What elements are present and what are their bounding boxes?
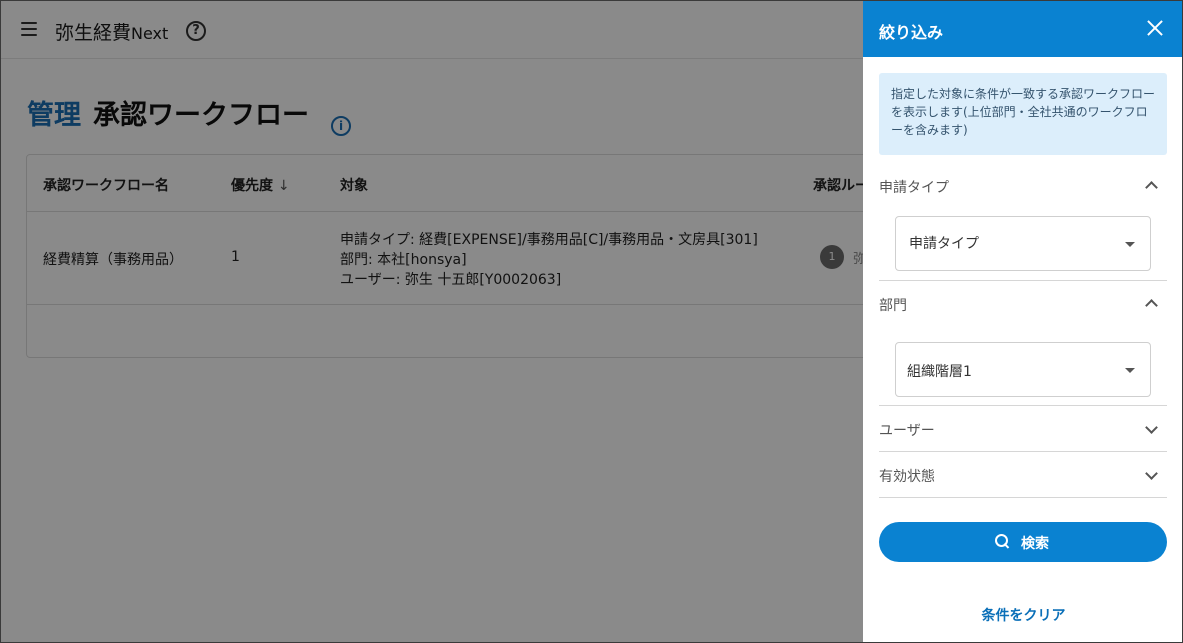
clear-conditions-link[interactable]: 条件をクリア bbox=[863, 605, 1182, 625]
filter-panel-title: 絞り込み bbox=[879, 23, 944, 42]
close-icon[interactable] bbox=[1144, 17, 1166, 39]
search-button[interactable]: 検索 bbox=[879, 522, 1167, 562]
app-window: 弥生経費Next ? 管理 承認ワークフロー i 承認ワークフロー名 優先度 ↓ … bbox=[0, 0, 1183, 643]
divider bbox=[879, 451, 1167, 452]
divider bbox=[879, 280, 1167, 281]
search-button-label: 検索 bbox=[1021, 536, 1049, 552]
section-label-department[interactable]: 部門 bbox=[879, 295, 907, 315]
divider bbox=[879, 497, 1167, 498]
department-select[interactable]: 組織階層1 bbox=[895, 342, 1151, 397]
department-select-value: 組織階層1 bbox=[907, 364, 972, 380]
search-icon bbox=[994, 533, 1012, 551]
request-type-select-value: 申請タイプ bbox=[909, 236, 979, 252]
chevron-up-icon[interactable] bbox=[1145, 179, 1157, 191]
chevron-up-icon[interactable] bbox=[1145, 297, 1157, 309]
chevron-down-icon[interactable] bbox=[1145, 469, 1157, 481]
divider bbox=[879, 405, 1167, 406]
section-label-status[interactable]: 有効状態 bbox=[879, 466, 935, 486]
dropdown-caret-icon bbox=[1125, 242, 1135, 247]
filter-panel: 絞り込み 指定した対象に条件が一致する承認ワークフローを表示します(上位部門・全… bbox=[863, 1, 1182, 642]
section-label-request-type[interactable]: 申請タイプ bbox=[879, 177, 949, 197]
chevron-down-icon[interactable] bbox=[1145, 423, 1157, 435]
filter-panel-header: 絞り込み bbox=[863, 1, 1182, 57]
filter-notice: 指定した対象に条件が一致する承認ワークフローを表示します(上位部門・全社共通のワ… bbox=[879, 73, 1167, 155]
section-label-user[interactable]: ユーザー bbox=[879, 420, 935, 440]
request-type-select[interactable]: 申請タイプ bbox=[895, 216, 1151, 271]
dropdown-caret-icon bbox=[1125, 368, 1135, 373]
